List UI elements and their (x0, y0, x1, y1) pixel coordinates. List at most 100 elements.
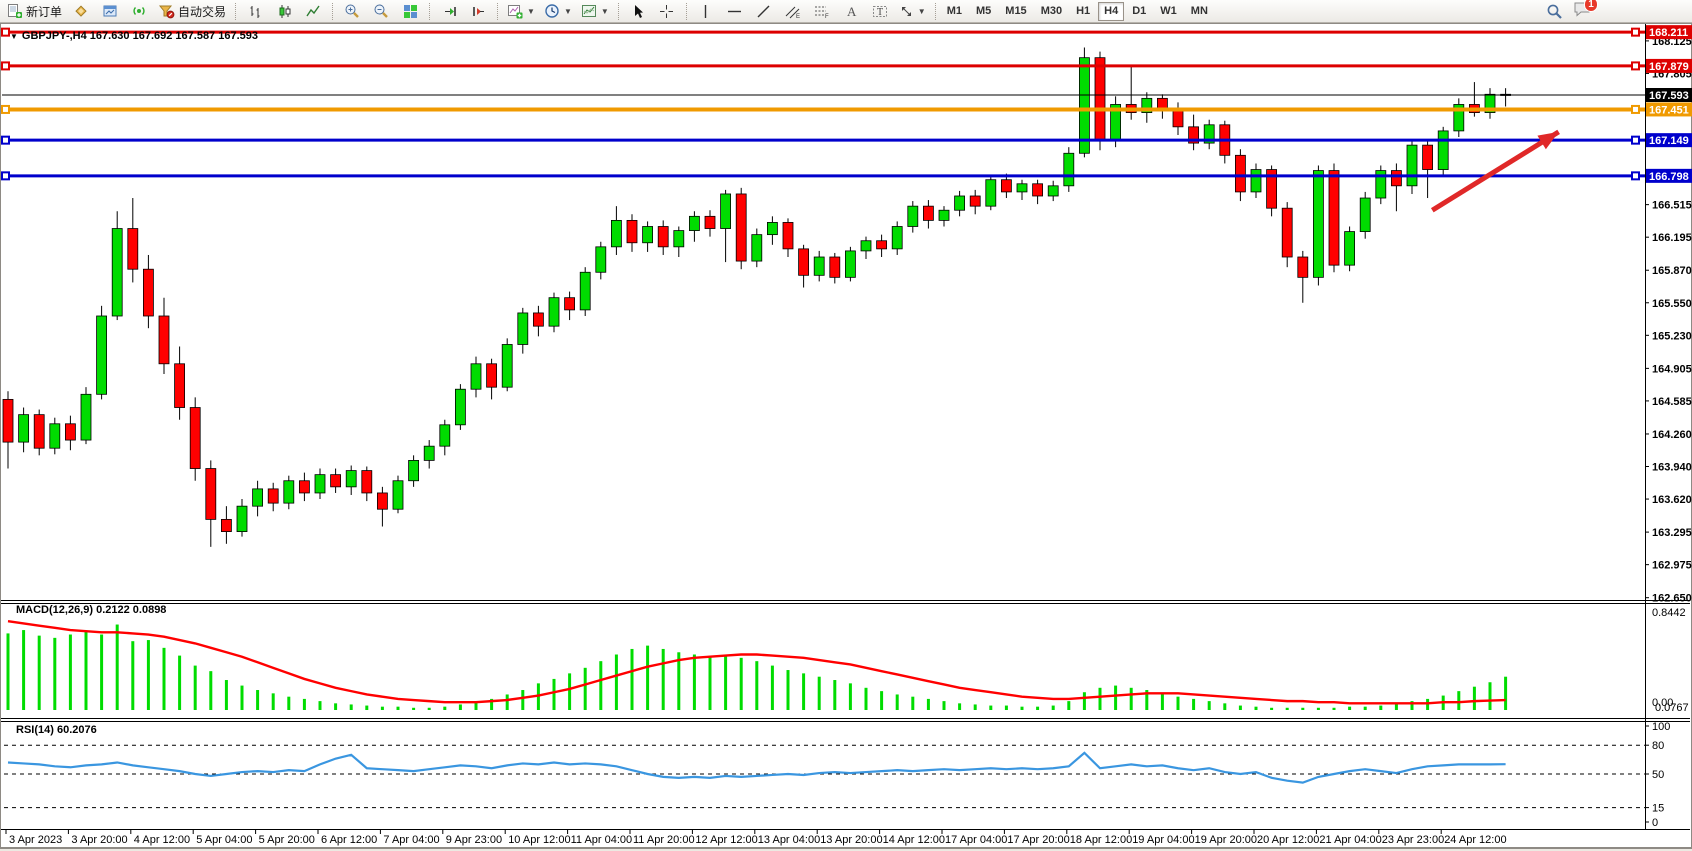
macd-histogram-bar (849, 683, 852, 710)
horizontal-line-icon (727, 5, 742, 18)
line-chart-button[interactable] (299, 0, 327, 22)
candle (346, 471, 356, 487)
timeframe-button-H1[interactable]: H1 (1070, 2, 1096, 21)
candle (518, 313, 528, 345)
terminal-window-button[interactable] (96, 0, 124, 22)
candle (97, 316, 107, 394)
candle (143, 269, 153, 316)
time-axis-label: 21 Apr 04:00 (1319, 834, 1381, 846)
cursor-button[interactable] (624, 0, 652, 22)
timeframe-button-M1[interactable]: M1 (941, 2, 968, 21)
price-tick-label: 165.550 (1652, 298, 1692, 310)
chart-canvas: 168.125167.805166.515166.195165.870165.5… (0, 0, 1692, 851)
line-anchor-square[interactable] (1632, 62, 1639, 69)
candle (986, 180, 996, 206)
candle (34, 415, 44, 449)
candle (487, 364, 497, 387)
candle (845, 251, 855, 277)
candle (1407, 145, 1417, 186)
toolbar-separator (429, 3, 430, 20)
line-anchor-square[interactable] (1632, 172, 1639, 179)
macd-histogram-bar (397, 707, 400, 710)
candle (424, 446, 434, 460)
macd-histogram-bar (1489, 682, 1492, 710)
autotrading-button[interactable]: 自动交易 (154, 0, 230, 22)
candle (611, 220, 621, 246)
timeframe-button-H4[interactable]: H4 (1098, 2, 1124, 21)
timeframe-button-M15[interactable]: M15 (999, 2, 1032, 21)
arrows-button[interactable]: ▼ (895, 0, 930, 22)
timeframe-button-D1[interactable]: D1 (1126, 2, 1152, 21)
svg-text:E: E (796, 14, 800, 19)
zoom-in-button[interactable] (338, 0, 366, 22)
macd-indicator-label: MACD(12,26,9) 0.2122 0.0898 (16, 604, 166, 616)
candle (627, 220, 637, 242)
candle (455, 389, 465, 425)
cursor-icon (631, 4, 645, 19)
periods-button[interactable]: ▼ (540, 0, 576, 22)
macd-histogram-bar (69, 635, 72, 710)
main-toolbar: 新订单 自动交易 (0, 0, 1692, 23)
collapse-triangle-icon[interactable]: ▼ (10, 32, 18, 41)
time-axis-label: 18 Apr 12:00 (1070, 834, 1132, 846)
trend-arrow[interactable] (1432, 132, 1558, 210)
line-anchor-square[interactable] (2, 172, 9, 179)
fibonacci-button[interactable]: F (808, 0, 836, 22)
macd-histogram-bar (147, 640, 150, 710)
candle (814, 257, 824, 275)
channel-icon: E (785, 4, 801, 19)
macd-histogram-bar (256, 690, 259, 710)
macd-histogram-bar (194, 666, 197, 710)
tile-windows-button[interactable] (396, 0, 424, 22)
crosshair-button[interactable] (653, 0, 681, 22)
chart-shift-button[interactable] (464, 0, 492, 22)
timeframe-button-M5[interactable]: M5 (970, 2, 997, 21)
new-order-icon (7, 3, 23, 19)
candle (674, 231, 684, 247)
time-axis-label: 5 Apr 20:00 (259, 834, 315, 846)
line-anchor-square[interactable] (2, 106, 9, 113)
line-anchor-square[interactable] (1632, 29, 1639, 36)
mt4-terminal: { "toolbar": { "new_order_label": "新订单",… (0, 0, 1692, 851)
rsi-scale-label: 50 (1652, 769, 1664, 781)
macd-histogram-bar (1114, 686, 1117, 710)
line-anchor-square[interactable] (2, 137, 9, 144)
line-anchor-square[interactable] (2, 29, 9, 36)
equidistant-channel-button[interactable]: E (779, 0, 807, 22)
macd-histogram-bar (1005, 706, 1008, 710)
notifications-button[interactable]: 1 (1573, 1, 1591, 22)
horizontal-line-button[interactable] (721, 0, 749, 22)
line-anchor-square[interactable] (1632, 106, 1639, 113)
line-anchor-square[interactable] (1632, 137, 1639, 144)
timeframe-button-MN[interactable]: MN (1185, 2, 1214, 21)
timeframe-button-M30[interactable]: M30 (1035, 2, 1068, 21)
candlestick-chart-button[interactable] (270, 0, 298, 22)
candle (237, 506, 247, 531)
timeframe-button-W1[interactable]: W1 (1154, 2, 1183, 21)
auto-scroll-button[interactable] (435, 0, 463, 22)
toolbar-separator (332, 3, 333, 20)
bar-chart-button[interactable] (241, 0, 269, 22)
chart-symbol-header[interactable]: ▼ GBPJPY-,H4 167.630 167.692 167.587 167… (10, 30, 258, 42)
search-icon[interactable] (1546, 3, 1563, 20)
candle (1033, 184, 1043, 196)
text-label-button[interactable]: T (866, 0, 894, 22)
line-anchor-square[interactable] (2, 62, 9, 69)
macd-histogram-bar (428, 708, 431, 710)
candle (1173, 111, 1183, 127)
new-order-button[interactable]: 新订单 (3, 0, 66, 22)
time-axis-label: 11 Apr 04:00 (571, 834, 633, 846)
zoom-out-button[interactable] (367, 0, 395, 22)
trendline-button[interactable] (750, 0, 778, 22)
vertical-line-button[interactable] (692, 0, 720, 22)
templates-button[interactable]: ▼ (577, 0, 613, 22)
fibonacci-icon: F (814, 4, 830, 19)
price-level-badge-text: 166.798 (1649, 171, 1689, 183)
signals-button[interactable] (125, 0, 153, 22)
metaeditor-button[interactable] (67, 0, 95, 22)
dropdown-caret-icon: ▼ (601, 7, 609, 16)
indicators-button[interactable]: ▼ (503, 0, 539, 22)
time-axis-label: 3 Apr 20:00 (71, 834, 127, 846)
text-button[interactable]: A (837, 0, 865, 22)
toolbar-separator (618, 3, 619, 20)
